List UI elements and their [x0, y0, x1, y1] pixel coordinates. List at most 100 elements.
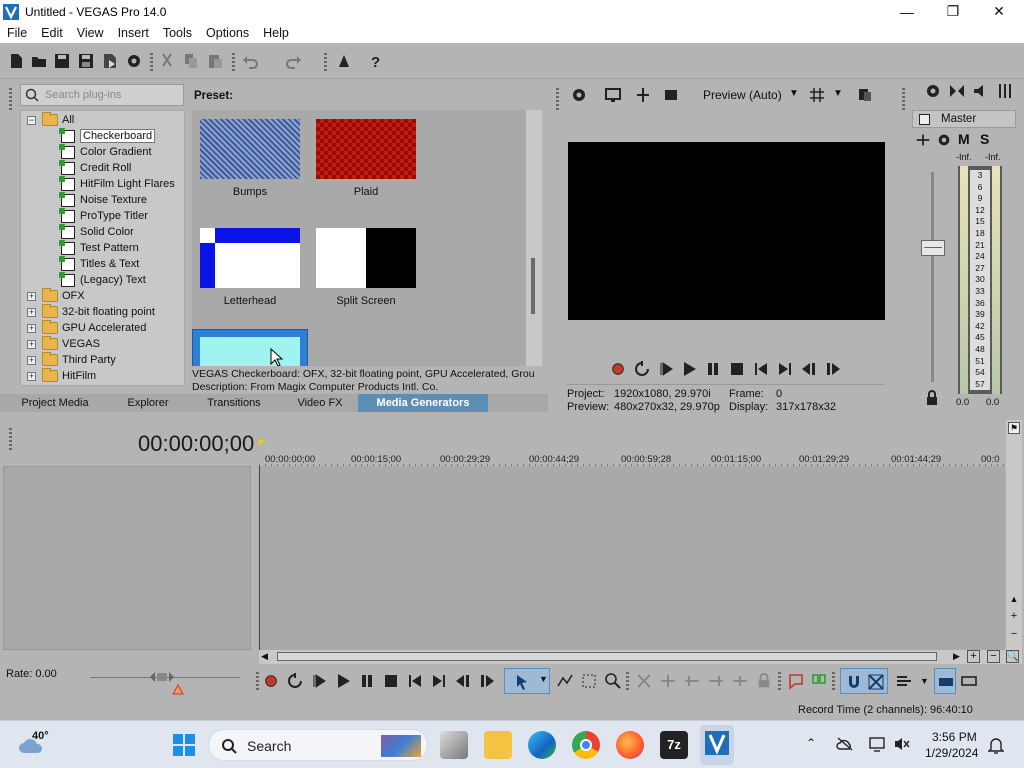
- preset-scrollbar[interactable]: [526, 110, 542, 366]
- expand-icon[interactable]: +: [27, 323, 36, 333]
- split-screen-icon[interactable]: [634, 86, 652, 104]
- auto-crossfade-icon[interactable]: [867, 673, 885, 691]
- pause-icon[interactable]: [358, 672, 376, 690]
- tree-item-noise-texture[interactable]: Noise Texture: [59, 191, 147, 208]
- go-to-end-icon[interactable]: [776, 360, 794, 378]
- zoom-in-icon[interactable]: +: [967, 650, 980, 663]
- search-input[interactable]: Search plug-ins: [20, 84, 184, 106]
- expand-icon[interactable]: +: [27, 371, 36, 381]
- redo-icon[interactable]: [284, 51, 304, 71]
- zoom-out-icon[interactable]: −: [987, 650, 1000, 663]
- scroll-left-icon[interactable]: ◀: [261, 651, 268, 662]
- zoom-in-vertical-icon[interactable]: +: [1008, 610, 1020, 622]
- loop-playback-icon[interactable]: [286, 672, 304, 690]
- go-to-start-icon[interactable]: [752, 360, 770, 378]
- fx-gear-icon[interactable]: [935, 131, 953, 149]
- panel-grip[interactable]: [902, 88, 905, 112]
- file-explorer-icon[interactable]: [484, 731, 512, 759]
- chevron-down-icon[interactable]: ▼: [920, 676, 929, 686]
- tree-folder-32bit[interactable]: +32-bit floating point: [27, 304, 155, 320]
- envelope-tool-icon[interactable]: [556, 672, 574, 690]
- open-folder-icon[interactable]: [29, 51, 49, 71]
- preview-properties-gear-icon[interactable]: [570, 86, 588, 104]
- panel-grip[interactable]: [556, 88, 559, 112]
- tree-node-all[interactable]: − All: [27, 112, 74, 128]
- tree-item-solid-color[interactable]: Solid Color: [59, 223, 134, 240]
- trim-icon[interactable]: [659, 672, 677, 690]
- taskbar-search-box[interactable]: Search: [208, 729, 428, 761]
- zoom-tool-icon[interactable]: 🔍: [1006, 650, 1019, 663]
- mute-button[interactable]: M: [958, 131, 970, 147]
- record-icon[interactable]: [262, 672, 280, 690]
- delete-icon[interactable]: [635, 672, 653, 690]
- tree-item-hitfilm-light-flares[interactable]: HitFilm Light Flares: [59, 175, 175, 192]
- next-frame-icon[interactable]: [824, 360, 842, 378]
- ripple-edit-icon[interactable]: [895, 672, 913, 690]
- rate-slider-handle[interactable]: [150, 671, 174, 683]
- solo-button[interactable]: S: [980, 131, 989, 147]
- track-header-area[interactable]: [3, 466, 251, 650]
- network-icon[interactable]: [868, 736, 886, 752]
- tree-item-color-gradient[interactable]: Color Gradient: [59, 143, 152, 160]
- tree-folder-gpu[interactable]: + GPU Accelerated: [27, 320, 146, 336]
- tree-folder-hitfilm[interactable]: + HitFilm: [27, 368, 96, 384]
- record-icon[interactable]: [609, 360, 627, 378]
- chevron-down-icon[interactable]: ▼: [833, 88, 843, 99]
- vegas-taskbar-button[interactable]: [700, 725, 734, 765]
- go-to-end-icon[interactable]: [430, 672, 448, 690]
- external-monitor-icon[interactable]: [604, 86, 622, 104]
- zoom-tool-icon[interactable]: [604, 672, 622, 690]
- tree-folder-third-party[interactable]: + Third Party: [27, 352, 116, 368]
- preset-thumb-plaid[interactable]: [316, 119, 416, 179]
- insert-marker-icon[interactable]: [787, 672, 805, 690]
- play-from-start-icon[interactable]: [657, 360, 675, 378]
- selection-tool-icon[interactable]: [580, 672, 598, 690]
- menu-view[interactable]: View: [70, 26, 111, 40]
- firefox-browser-icon[interactable]: [616, 731, 644, 759]
- tree-item-checkerboard[interactable]: Checkerboard: [59, 127, 156, 144]
- windows-start-icon[interactable]: [172, 733, 196, 757]
- save-icon[interactable]: [52, 51, 72, 71]
- tree-item-protype-titler[interactable]: ProType Titler: [59, 207, 148, 224]
- plugin-tree[interactable]: − All Checkerboard Color Gradient Credit…: [20, 110, 185, 386]
- tree-item-legacy-text[interactable]: (Legacy) Text: [59, 271, 146, 288]
- tab-project-media[interactable]: Project Media: [0, 394, 110, 412]
- tab-explorer[interactable]: Explorer: [110, 394, 186, 412]
- tab-video-fx[interactable]: Video FX: [282, 394, 358, 412]
- menu-file[interactable]: File: [0, 26, 34, 40]
- previous-frame-icon[interactable]: [800, 360, 818, 378]
- preset-selected[interactable]: [192, 329, 308, 366]
- go-to-start-icon[interactable]: [406, 672, 424, 690]
- insert-region-icon[interactable]: [810, 672, 828, 690]
- magnet-snapping-icon[interactable]: [845, 673, 863, 691]
- lock-event-icon[interactable]: [755, 672, 773, 690]
- copy-snapshot-icon[interactable]: [856, 86, 874, 104]
- stop-icon[interactable]: [728, 360, 746, 378]
- ignore-grouping-icon[interactable]: [960, 672, 978, 690]
- menu-insert[interactable]: Insert: [111, 26, 156, 40]
- maximize-button[interactable]: ❐: [930, 0, 976, 23]
- play-icon[interactable]: [334, 672, 352, 690]
- preset-thumb-bumps[interactable]: [200, 119, 300, 179]
- tree-item-credit-roll[interactable]: Credit Roll: [59, 159, 131, 176]
- tree-item-test-pattern[interactable]: Test Pattern: [59, 239, 139, 256]
- play-from-start-icon[interactable]: [310, 672, 328, 690]
- cut-icon[interactable]: [157, 51, 177, 71]
- pause-icon[interactable]: [704, 360, 722, 378]
- edge-browser-icon[interactable]: [528, 731, 556, 759]
- tab-media-generators[interactable]: Media Generators: [358, 394, 488, 412]
- tree-item-titles-text[interactable]: Titles & Text: [59, 255, 139, 272]
- minimize-button[interactable]: —: [884, 0, 930, 23]
- menu-help[interactable]: Help: [256, 26, 296, 40]
- trim-start-icon[interactable]: [683, 672, 701, 690]
- panel-grip[interactable]: [9, 428, 12, 452]
- lock-envelopes-button[interactable]: [934, 668, 956, 694]
- time-ruler[interactable]: 00:00:00;00 00:00:15;00 00:00:29;29 00:00:4…: [259, 440, 1005, 466]
- save-as-icon[interactable]: [76, 51, 96, 71]
- clock-date[interactable]: 1/29/2024: [925, 746, 978, 760]
- tab-transitions[interactable]: Transitions: [186, 394, 282, 412]
- marker-icon[interactable]: ⚑: [1008, 422, 1020, 434]
- show-hidden-icons-icon[interactable]: ⌃: [806, 736, 816, 750]
- preview-quality-dropdown[interactable]: Preview (Auto): [703, 88, 782, 102]
- chevron-down-icon[interactable]: ▼: [789, 88, 799, 99]
